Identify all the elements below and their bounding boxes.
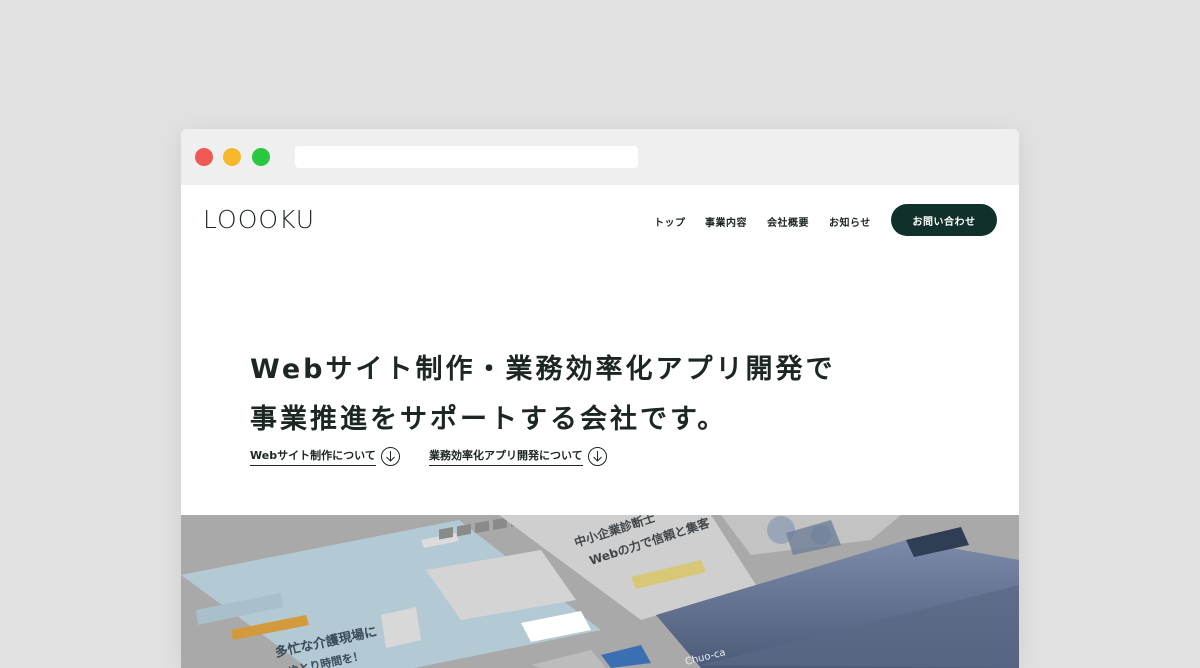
minimize-window-button[interactable] [223, 148, 241, 166]
site-header: LOOOKU トップ 事業内容 会社概要 お知らせ お問い合わせ [181, 185, 1019, 255]
hero-headline-line-1: Webサイト制作・業務効率化アプリ開発で [250, 354, 836, 385]
nav-item-news[interactable]: お知らせ [829, 214, 871, 229]
site-logo[interactable]: LOOOKU [203, 205, 315, 234]
portfolio-showcase: 多忙な介護現場に ゆとり時間を！ 中小企業診断士 Webの力で信頼と集客 Chu… [181, 515, 1019, 668]
hero-headline-line-2: 事業推進をサポートする会社です。 [250, 404, 728, 435]
nav-item-company[interactable]: 会社概要 [767, 214, 809, 229]
close-window-button[interactable] [195, 148, 213, 166]
app-development-link-label: 業務効率化アプリ開発について [429, 447, 583, 466]
contact-button[interactable]: お問い合わせ [891, 204, 997, 236]
arrow-down-icon [587, 447, 607, 466]
address-bar[interactable] [295, 146, 638, 168]
web-production-link[interactable]: Webサイト制作について [250, 447, 400, 466]
arrow-down-icon [380, 447, 400, 466]
maximize-window-button[interactable] [252, 148, 270, 166]
app-development-link[interactable]: 業務効率化アプリ開発について [429, 447, 607, 466]
hero-headline: Webサイト制作・業務効率化アプリ開発で 事業推進をサポートする会社です。 [250, 345, 835, 445]
nav-item-top[interactable]: トップ [654, 214, 686, 229]
portfolio-mockups-image: 多忙な介護現場に ゆとり時間を！ 中小企業診断士 Webの力で信頼と集客 Chu… [181, 515, 1019, 668]
browser-window: LOOOKU トップ 事業内容 会社概要 お知らせ お問い合わせ Webサイト制… [181, 129, 1019, 668]
browser-titlebar [181, 129, 1019, 185]
web-production-link-label: Webサイト制作について [250, 447, 376, 466]
nav-item-services[interactable]: 事業内容 [705, 214, 747, 229]
